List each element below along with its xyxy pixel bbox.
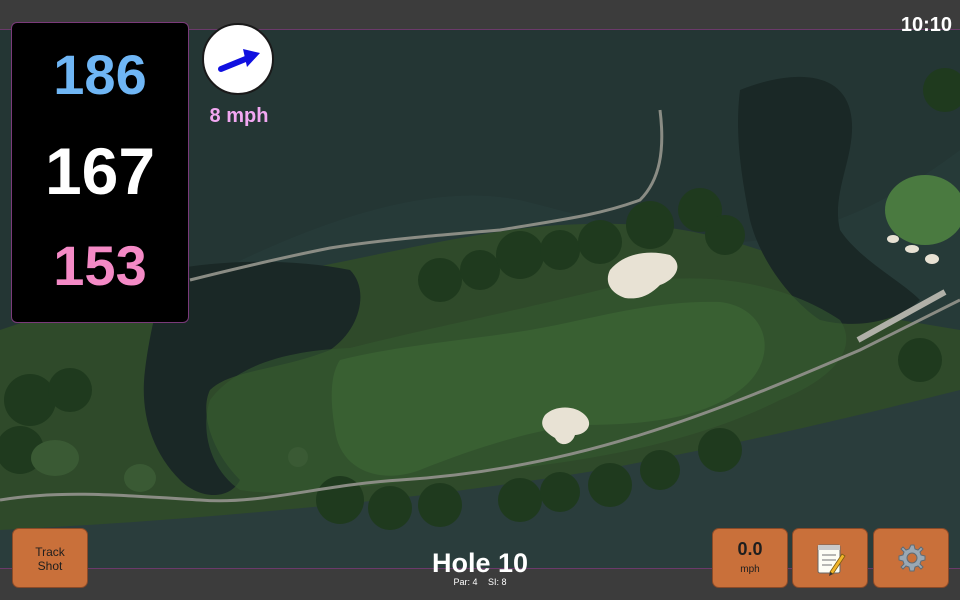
notepad-icon	[817, 544, 846, 576]
distance-panel: 186 167 153	[11, 22, 189, 323]
distance-back: 186	[53, 43, 147, 106]
notes-button[interactable]	[792, 528, 868, 588]
track-shot-label-line1: Track	[35, 545, 65, 559]
wind-speed-label: 8 mph	[209, 105, 269, 127]
speed-value: 0.0	[737, 539, 763, 559]
hole-par: Par: 4	[453, 577, 478, 588]
distance-center: 167	[44, 134, 156, 208]
golf-gps-screen: 10:10 186 167 153 8 mph Hole 10 Par: 4 S…	[0, 0, 960, 600]
speed-unit: mph	[740, 564, 760, 575]
hole-title: Hole 10	[431, 548, 529, 578]
wind-arrow-icon	[218, 49, 260, 72]
hole-details: Par: 4 SI: 8	[380, 577, 580, 587]
hole-info: Hole 10 Par: 4 SI: 8	[380, 548, 580, 588]
wind-direction-dial	[202, 23, 274, 95]
speed-button[interactable]: 0.0 mph	[712, 528, 788, 588]
clock-time: 10:10	[900, 14, 952, 36]
track-shot-button[interactable]: Track Shot	[12, 528, 88, 588]
distance-front: 153	[53, 234, 147, 297]
hole-stroke-index: SI: 8	[488, 577, 507, 588]
settings-button[interactable]	[873, 528, 949, 588]
gear-icon	[898, 544, 926, 572]
track-shot-label-line2: Shot	[37, 559, 63, 573]
